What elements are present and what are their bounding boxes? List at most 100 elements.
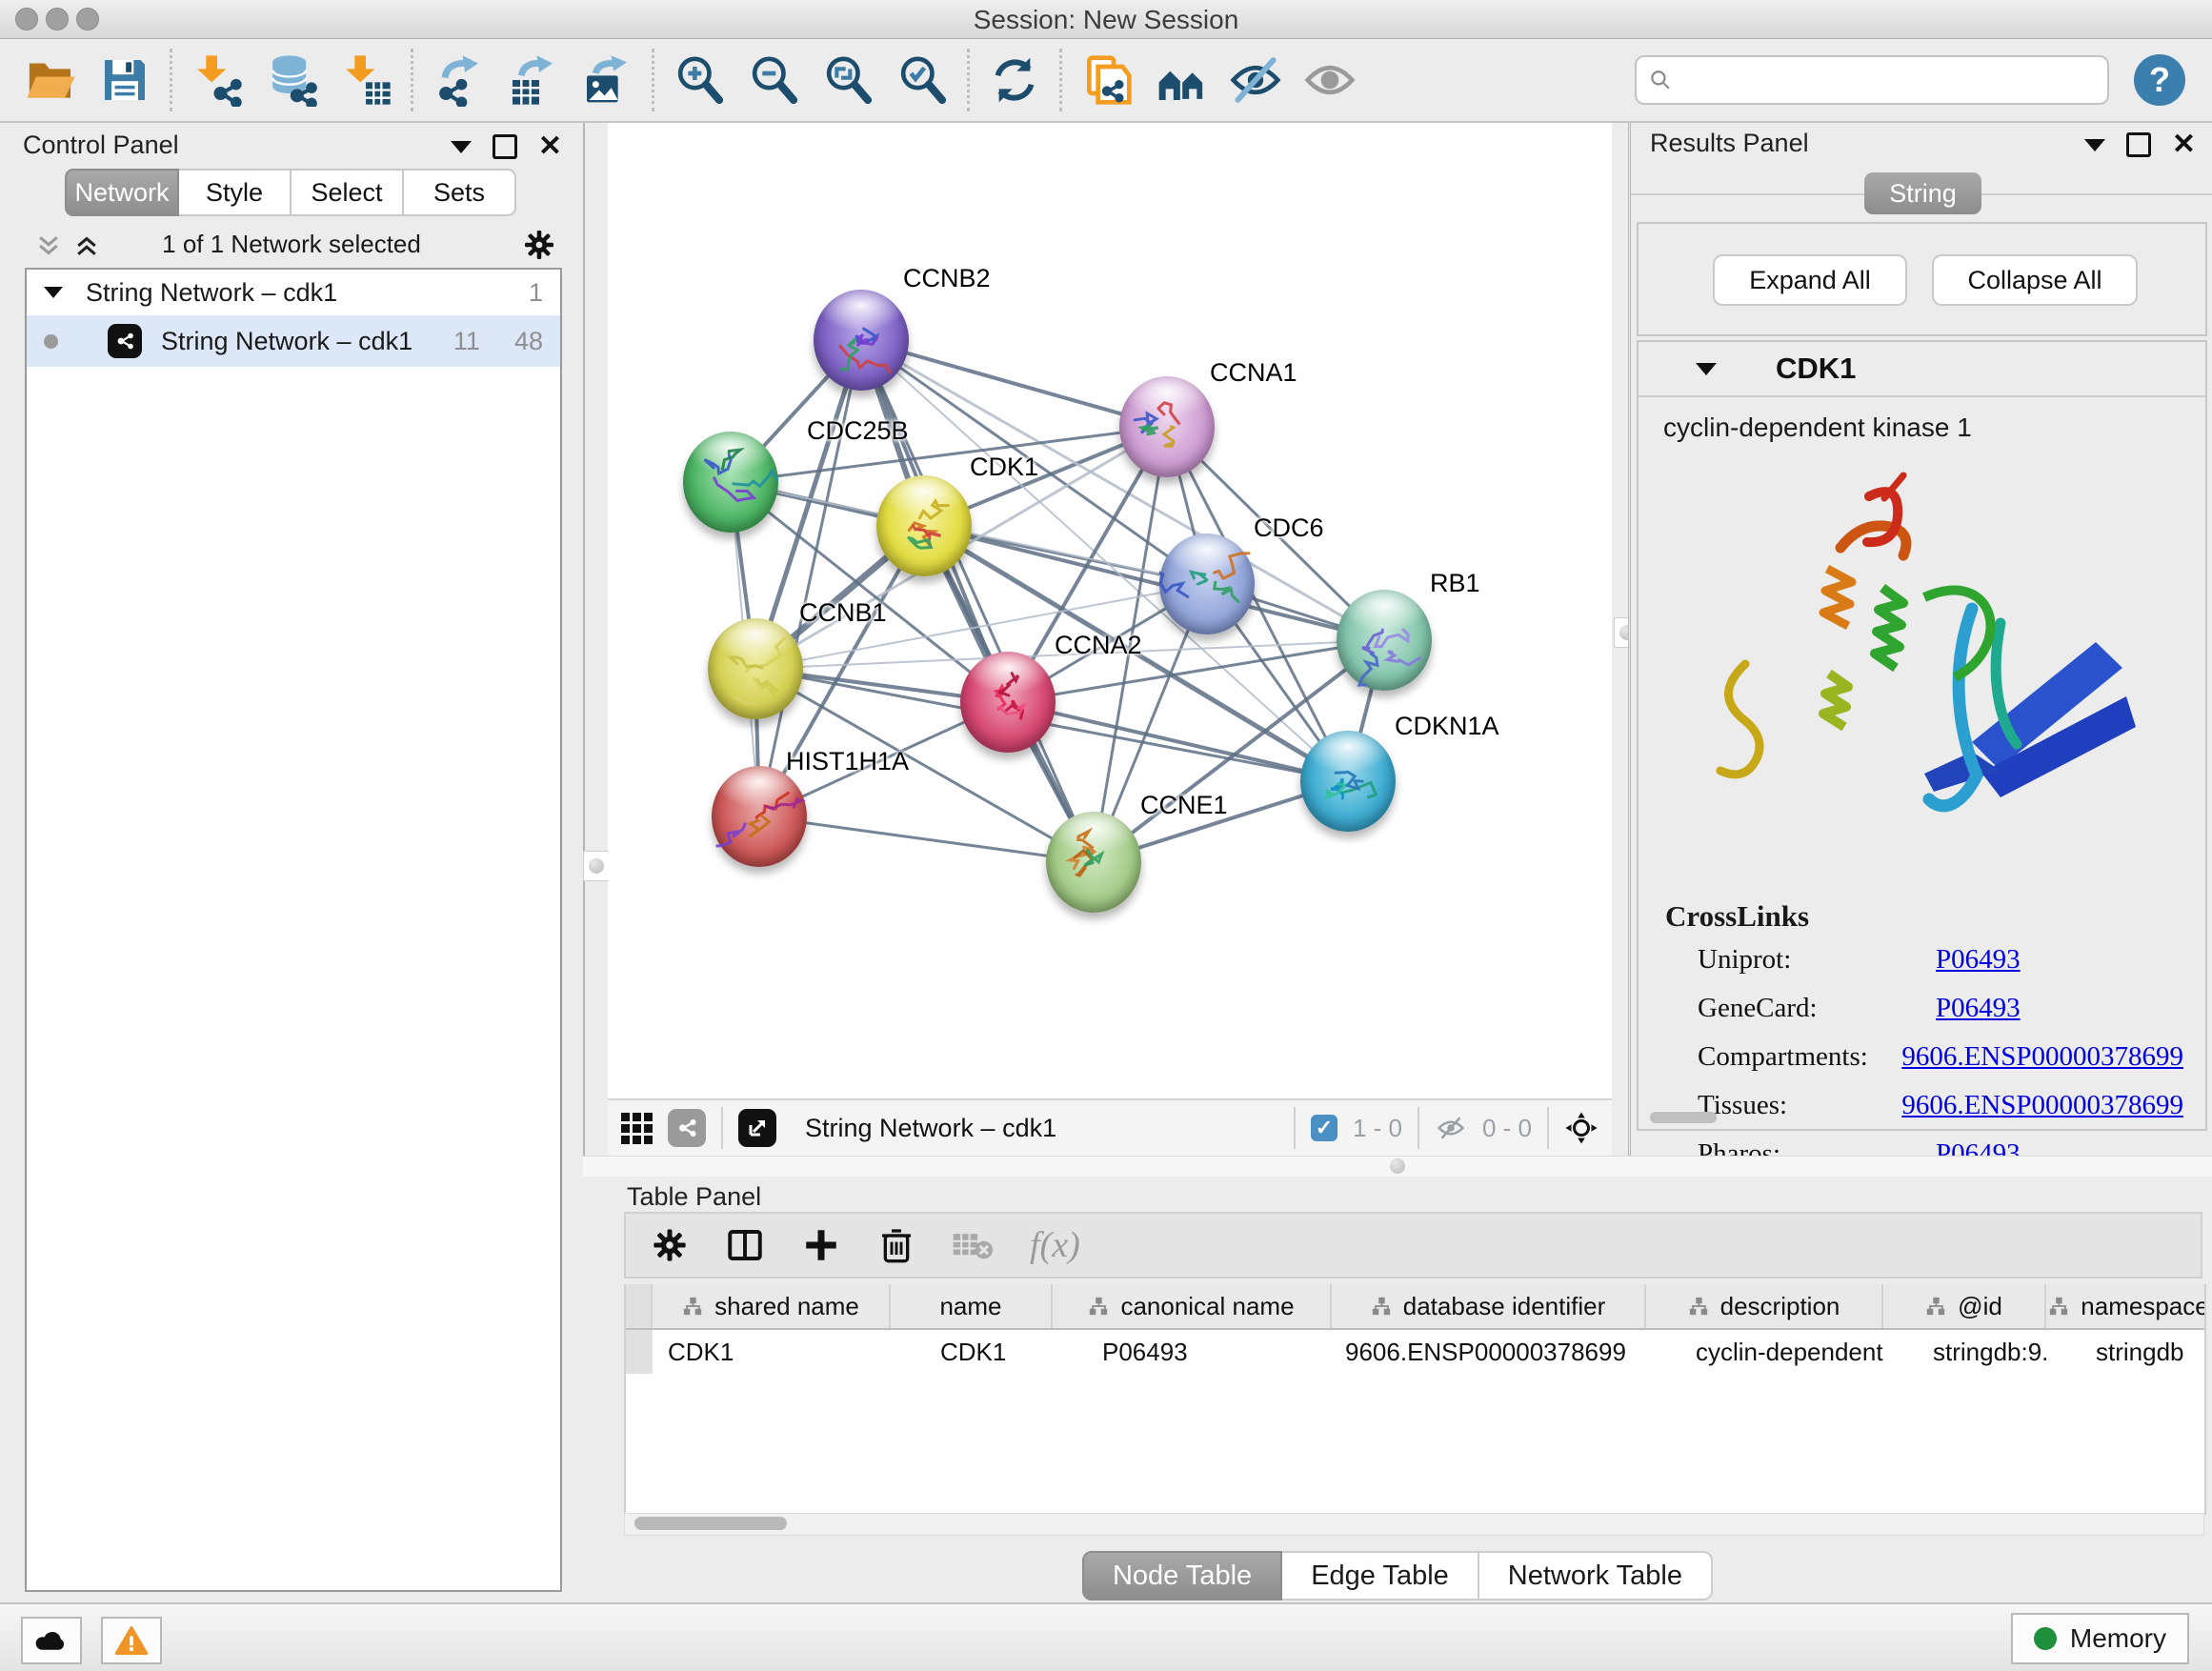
table-hscrollbar[interactable] [624,1513,2204,1536]
protein-thumbnail [1046,812,1141,913]
open-in-new-window-icon[interactable] [738,1109,776,1147]
table-cell[interactable]: cyclin-dependent ... [1646,1338,1883,1367]
open-session-button[interactable] [13,43,88,117]
panel-float-icon[interactable] [2126,132,2151,157]
tab-network-table[interactable]: Network Table [1479,1551,1713,1601]
column-header-namespace[interactable]: namespace [2046,1284,2206,1328]
hide-selected-button[interactable] [1218,43,1293,117]
crosslink-link[interactable]: 9606.ENSP00000378699 [1901,1041,2183,1073]
import-table-button[interactable] [329,43,403,117]
network-node-ccna2[interactable] [960,652,1056,753]
tree-expand-icon[interactable] [44,287,63,298]
add-column-icon[interactable] [801,1225,841,1265]
hidden-eye-icon[interactable] [1435,1114,1467,1142]
tab-string[interactable]: String [1864,172,1981,214]
zoom-out-button[interactable] [736,43,811,117]
fit-selected-crosshair-icon[interactable] [1564,1111,1599,1145]
network-tree-row-selected[interactable]: String Network – cdk1 11 48 [27,315,560,367]
export-image-button[interactable] [570,43,644,117]
network-search-field[interactable] [1635,55,2109,105]
selected-checkbox-icon[interactable]: ✓ [1311,1115,1337,1141]
zoom-fit-button[interactable] [811,43,885,117]
table-cell[interactable]: CDK1 [653,1338,891,1367]
search-input[interactable] [1673,65,2096,96]
column-header-canonical-name[interactable]: canonical name [1053,1284,1332,1328]
network-node-rb1[interactable] [1337,590,1432,691]
refresh-layout-button[interactable] [977,43,1052,117]
crosslink-link[interactable]: P06493 [1936,993,2021,1024]
function-builder-button[interactable]: f(x) [1030,1224,1080,1266]
tab-style[interactable]: Style [179,169,292,216]
show-columns-icon[interactable] [725,1225,765,1265]
left-splitter-handle[interactable] [583,851,610,881]
table-splitter-handle[interactable] [1390,1158,1405,1174]
tab-select[interactable]: Select [292,169,404,216]
export-table-button[interactable] [495,43,570,117]
zoom-in-button[interactable] [662,43,736,117]
save-session-button[interactable] [88,43,162,117]
export-network-button[interactable] [421,43,495,117]
table-cell[interactable]: P06493 [1053,1338,1332,1367]
tab-sets[interactable]: Sets [404,169,516,216]
birdseye-grid-icon[interactable] [621,1113,653,1144]
tab-node-table[interactable]: Node Table [1082,1551,1282,1601]
panel-close-icon[interactable]: ✕ [538,137,562,156]
protein-thumbnail [712,766,807,867]
table-cell[interactable]: CDK1 [891,1338,1053,1367]
column-header-description[interactable]: description [1646,1284,1883,1328]
tab-edge-table[interactable]: Edge Table [1282,1551,1479,1601]
string-panel-toggle-icon[interactable] [668,1109,706,1147]
network-node-hist1h1a[interactable] [712,766,807,867]
panel-close-icon[interactable]: ✕ [2172,135,2196,154]
network-options-gear-icon[interactable] [522,228,556,262]
gene-box-hscroll-thumb[interactable] [1650,1112,1717,1123]
copy-style-button[interactable] [1070,43,1144,117]
network-node-cdk1[interactable] [876,475,972,576]
delete-column-icon[interactable] [877,1225,915,1265]
column-header-shared-name[interactable]: shared name [653,1284,891,1328]
show-all-button[interactable] [1293,43,1367,117]
gene-collapse-icon[interactable] [1696,363,1717,375]
network-tree-root-row[interactable]: String Network – cdk1 1 [27,270,560,315]
table-options-gear-icon[interactable] [651,1226,689,1264]
table-row[interactable]: CDK1CDK1P064939606.ENSP00000378699cyclin… [626,1330,2204,1374]
help-button[interactable]: ? [2134,54,2185,106]
left-splitter[interactable] [585,123,608,1156]
column-header-database-identifier[interactable]: database identifier [1332,1284,1646,1328]
network-node-cdc6[interactable] [1159,534,1255,634]
first-neighbors-button[interactable] [1144,43,1218,117]
tab-network[interactable]: Network [65,169,179,216]
table-cell[interactable]: stringdb:9... [1883,1338,2046,1367]
import-network-file-button[interactable] [180,43,254,117]
zoom-selected-button[interactable] [885,43,959,117]
crosslink-link[interactable]: P06493 [1936,944,2021,976]
network-node-ccna1[interactable] [1119,376,1215,477]
column-header-name[interactable]: name [891,1284,1053,1328]
panel-menu-icon[interactable] [451,141,472,153]
crosslink-link[interactable]: 9606.ENSP00000378699 [1901,1090,2183,1121]
results-panel: Results Panel ✕ String Expand All Collap… [1628,123,2212,1156]
network-node-cdc25b[interactable] [683,432,778,533]
zoom-out-icon [747,53,800,107]
selected-counts: 1 - 0 [1353,1114,1402,1143]
toolbar-separator [411,49,413,111]
panel-menu-icon[interactable] [2084,139,2105,151]
panel-float-icon[interactable] [493,134,517,159]
network-node-ccne1[interactable] [1046,812,1141,913]
column-header--id[interactable]: @id [1883,1284,2046,1328]
import-network-database-button[interactable] [254,43,329,117]
toolbar-separator [1294,1107,1296,1149]
expand-all-button[interactable]: Expand All [1713,254,1907,306]
network-canvas[interactable]: CCNB2CCNA1CDC25BCDK1CDC6RB1CCNB1CCNA2CDK… [608,123,1612,1098]
network-node-ccnb2[interactable] [814,290,909,391]
cloud-button[interactable] [21,1617,82,1664]
table-cell[interactable]: 9606.ENSP00000378699 [1332,1338,1646,1367]
warnings-button[interactable] [101,1617,162,1664]
memory-button[interactable]: Memory [2011,1613,2189,1664]
table-tabs: Node Table Edge Table Network Table [1082,1551,1713,1601]
table-hscroll-thumb[interactable] [634,1517,787,1530]
network-node-cdkn1a[interactable] [1300,731,1396,832]
network-node-ccnb1[interactable] [708,618,803,719]
table-cell[interactable]: stringdb [2046,1338,2206,1367]
collapse-all-button[interactable]: Collapse All [1932,254,2138,306]
